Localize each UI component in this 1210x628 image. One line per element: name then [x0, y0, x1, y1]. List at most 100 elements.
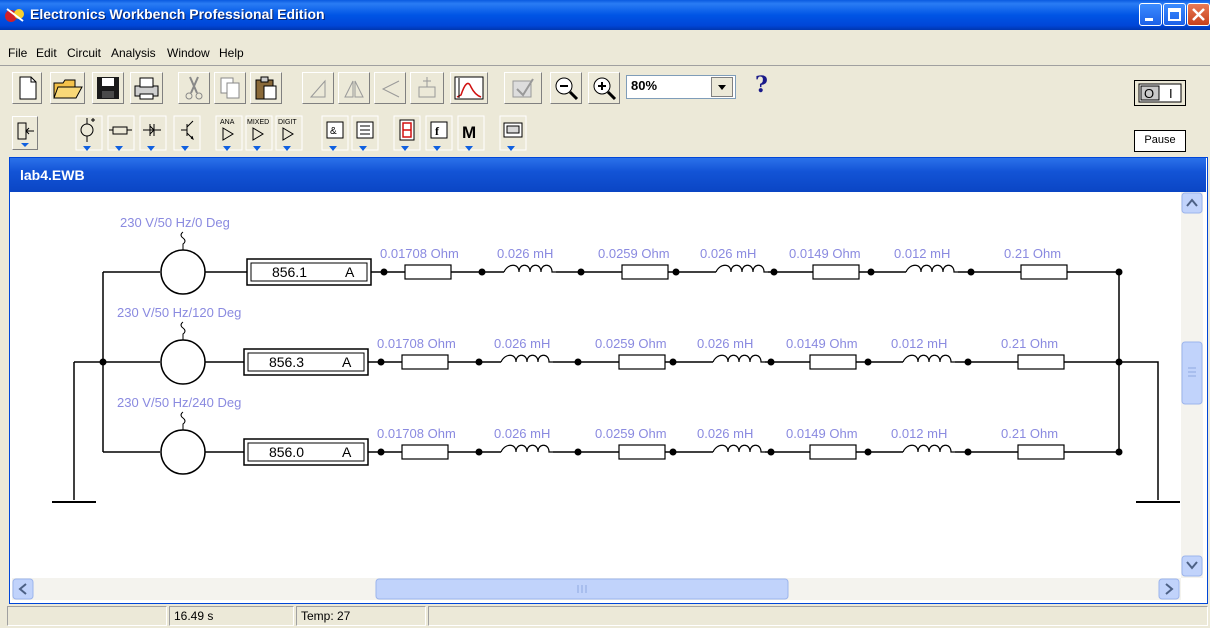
close-button[interactable] — [1187, 3, 1210, 26]
component-label: 0.026 mH — [697, 426, 753, 441]
ammeter-unit: A — [342, 444, 352, 460]
resistor[interactable] — [1017, 444, 1065, 460]
menu-file[interactable]: File — [8, 46, 27, 60]
junction-dot — [574, 358, 582, 366]
junction-dot — [475, 448, 483, 456]
resistor[interactable] — [401, 354, 449, 370]
component-label: 0.01708 Ohm — [377, 426, 456, 441]
junction-dot — [377, 448, 385, 456]
circuit-canvas[interactable]: 230 V/50 Hz/0 Deg 856.1 A 0.01708 Ohm 0.026 … — [12, 192, 1180, 578]
junction-dot — [1115, 268, 1123, 276]
mixed-ics-bin-icon[interactable]: MIXED — [245, 115, 273, 151]
copy-button[interactable] — [214, 72, 246, 104]
component-label: 0.026 mH — [494, 336, 550, 351]
menu-help[interactable]: Help — [219, 46, 244, 60]
save-button[interactable] — [92, 72, 124, 104]
menu-window[interactable]: Window — [167, 46, 210, 60]
indicators-bin-icon[interactable] — [393, 115, 421, 151]
junction-dot — [672, 268, 680, 276]
controls-bin-icon[interactable]: f — [425, 115, 453, 151]
component-label: 0.026 mH — [700, 246, 756, 261]
ammeter-unit: A — [345, 264, 355, 280]
circuit-row: 230 V/50 Hz/240 Deg 856.0 A 0.01708 Ohm 0.02… — [117, 395, 1123, 475]
resistor[interactable] — [401, 444, 449, 460]
junction-dot — [767, 448, 775, 456]
analog-ics-bin-icon[interactable]: ANA — [215, 115, 243, 151]
svg-text:&: & — [330, 126, 337, 137]
vertical-scrollbar[interactable] — [1181, 192, 1203, 578]
component-properties-button[interactable] — [504, 72, 542, 104]
resistor[interactable] — [618, 354, 666, 370]
junction-dot — [1115, 448, 1123, 456]
ammeter-value: 856.0 — [269, 444, 304, 460]
resistor[interactable] — [404, 264, 452, 280]
cut-button[interactable] — [178, 72, 210, 104]
digital-ics-bin-icon[interactable]: DIGIT — [275, 115, 303, 151]
open-file-button[interactable] — [50, 72, 85, 104]
instruments-bin-icon[interactable] — [499, 115, 527, 151]
svg-text:MIXED: MIXED — [247, 119, 269, 126]
diodes-bin-icon[interactable] — [139, 115, 167, 151]
component-label: 0.012 mH — [891, 336, 947, 351]
maximize-button[interactable] — [1163, 3, 1186, 26]
basic-bin-icon[interactable] — [107, 115, 135, 151]
sine-glyph — [180, 321, 186, 340]
paste-button[interactable] — [250, 72, 282, 104]
horizontal-scrollbar[interactable] — [12, 578, 1181, 600]
minimize-button[interactable] — [1139, 3, 1162, 26]
junction-dot — [767, 358, 775, 366]
component-label: 0.0259 Ohm — [595, 426, 667, 441]
miscellaneous-bin-icon[interactable]: M — [457, 115, 485, 151]
menu-circuit[interactable]: Circuit — [67, 46, 101, 60]
new-file-button[interactable] — [12, 72, 42, 104]
junction-dot — [967, 268, 975, 276]
app-icon[interactable] — [4, 5, 26, 25]
power-switch[interactable]: O I — [1134, 80, 1186, 106]
zoom-in-button[interactable] — [588, 72, 620, 104]
help-button[interactable]: ? — [755, 72, 768, 98]
svg-text:ANA: ANA — [220, 119, 235, 126]
ac-source-icon[interactable] — [160, 339, 206, 385]
resistor[interactable] — [618, 444, 666, 460]
sources-bin-icon[interactable] — [75, 115, 103, 151]
component-label: 0.21 Ohm — [1001, 336, 1058, 351]
subcircuit-button[interactable] — [410, 72, 444, 104]
resistor[interactable] — [809, 354, 857, 370]
component-label: 0.0149 Ohm — [789, 246, 861, 261]
transistors-bin-icon[interactable] — [173, 115, 201, 151]
resistor[interactable] — [621, 264, 669, 280]
component-label: 0.012 mH — [891, 426, 947, 441]
menu-edit[interactable]: Edit — [36, 46, 57, 60]
component-label: 0.21 Ohm — [1004, 246, 1061, 261]
print-button[interactable] — [130, 72, 163, 104]
junction-dot — [770, 268, 778, 276]
parts-bin-icons: ANA MIXED DIGIT & f M — [75, 115, 527, 151]
component-label: 0.026 mH — [697, 336, 753, 351]
component-label: 0.026 mH — [497, 246, 553, 261]
resistor[interactable] — [1020, 264, 1068, 280]
document-title: lab4.EWB — [20, 167, 85, 183]
flip-vertical-button[interactable] — [374, 72, 406, 104]
digital-bin-icon[interactable] — [351, 115, 379, 151]
rotate-button[interactable] — [302, 72, 334, 104]
resistor[interactable] — [809, 444, 857, 460]
svg-text:M: M — [462, 123, 476, 142]
zoom-out-button[interactable] — [550, 72, 582, 104]
pause-button[interactable]: Pause — [1134, 130, 1186, 152]
resistor[interactable] — [812, 264, 860, 280]
graph-button[interactable] — [450, 72, 488, 104]
component-label: 0.0259 Ohm — [595, 336, 667, 351]
parts-bin-toggle-button[interactable] — [12, 116, 38, 150]
resistor[interactable] — [1017, 354, 1065, 370]
svg-text:DIGIT: DIGIT — [278, 119, 297, 126]
zoom-dropdown-arrow[interactable] — [711, 77, 733, 97]
source-label: 230 V/50 Hz/120 Deg — [117, 305, 241, 320]
flip-horizontal-button[interactable] — [338, 72, 370, 104]
ac-source-icon[interactable] — [160, 429, 206, 475]
ac-source-icon[interactable] — [160, 249, 206, 295]
circuit-row: 230 V/50 Hz/0 Deg 856.1 A 0.01708 Ohm 0.026 … — [120, 215, 1123, 295]
logic-gates-bin-icon[interactable]: & — [321, 115, 349, 151]
junction-dot — [475, 358, 483, 366]
menu-analysis[interactable]: Analysis — [111, 46, 156, 60]
junction-dot — [380, 268, 388, 276]
